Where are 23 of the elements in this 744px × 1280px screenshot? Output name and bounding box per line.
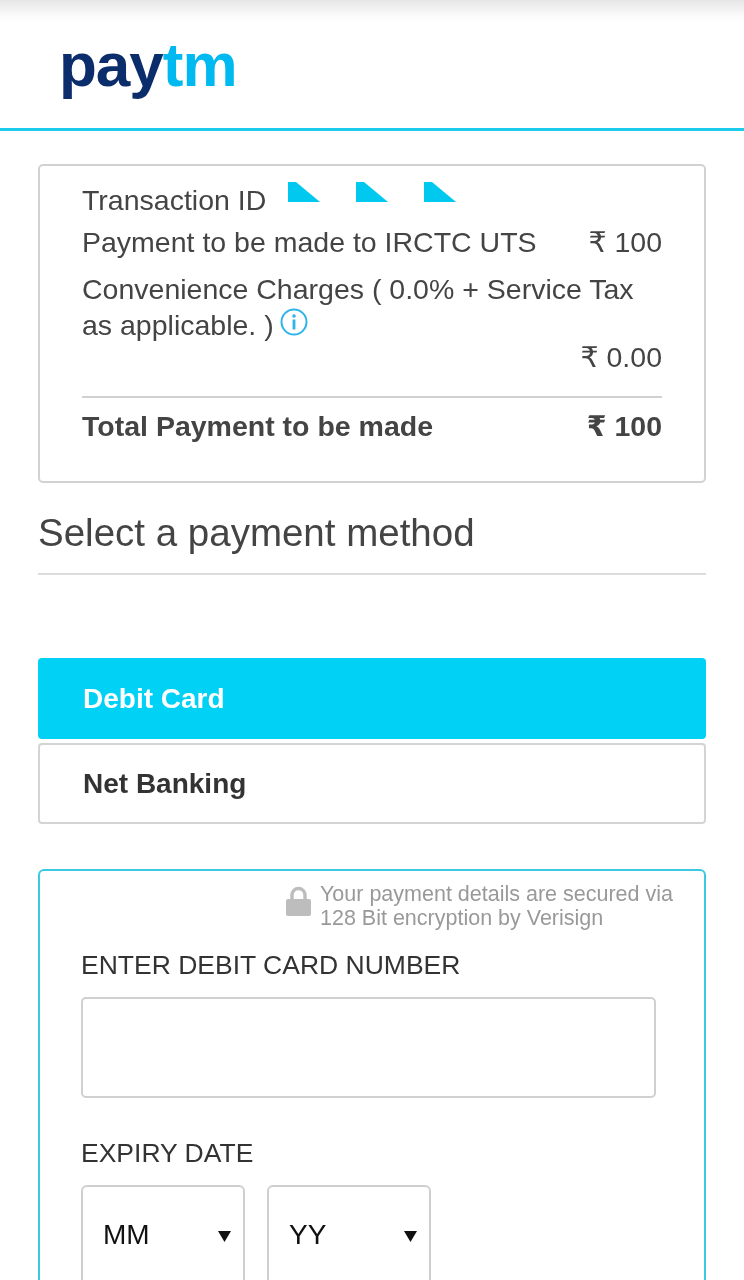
card-number-label: ENTER DEBIT CARD NUMBER	[81, 949, 462, 982]
triangle-icon	[356, 182, 389, 202]
section-title: Select a payment method	[38, 510, 476, 556]
charge-amount: ₹ 100	[588, 225, 662, 260]
charge-amount: ₹ 0.00	[580, 343, 662, 371]
triangle-icon	[288, 182, 321, 202]
info-icon[interactable]	[279, 308, 308, 336]
security-note: Your payment details are secured via 128 Bit encryption by Verisign	[320, 882, 674, 930]
lock-icon	[285, 886, 312, 916]
total-amount: ₹ 100	[586, 409, 662, 444]
month-select[interactable]: MM	[81, 1185, 245, 1280]
logo[interactable]: paytm	[59, 30, 237, 100]
year-select[interactable]: YY	[267, 1185, 431, 1280]
caret-icon	[218, 1231, 231, 1242]
charge-label: Convenience Charges ( 0.0% + Service Tax as applicable. )	[82, 272, 635, 343]
transaction-id-label: Transaction ID	[82, 182, 267, 218]
caret-icon	[404, 1231, 417, 1242]
triangle-icon	[424, 182, 457, 202]
total-label: Total Payment to be made	[82, 409, 434, 444]
payment-method-tab[interactable]: Net Banking	[38, 743, 706, 824]
card-number-field[interactable]	[81, 997, 656, 1098]
expiry-date-label: EXPIRY DATE	[81, 1137, 255, 1170]
charge-label: Payment to be made to IRCTC UTS	[82, 225, 537, 260]
